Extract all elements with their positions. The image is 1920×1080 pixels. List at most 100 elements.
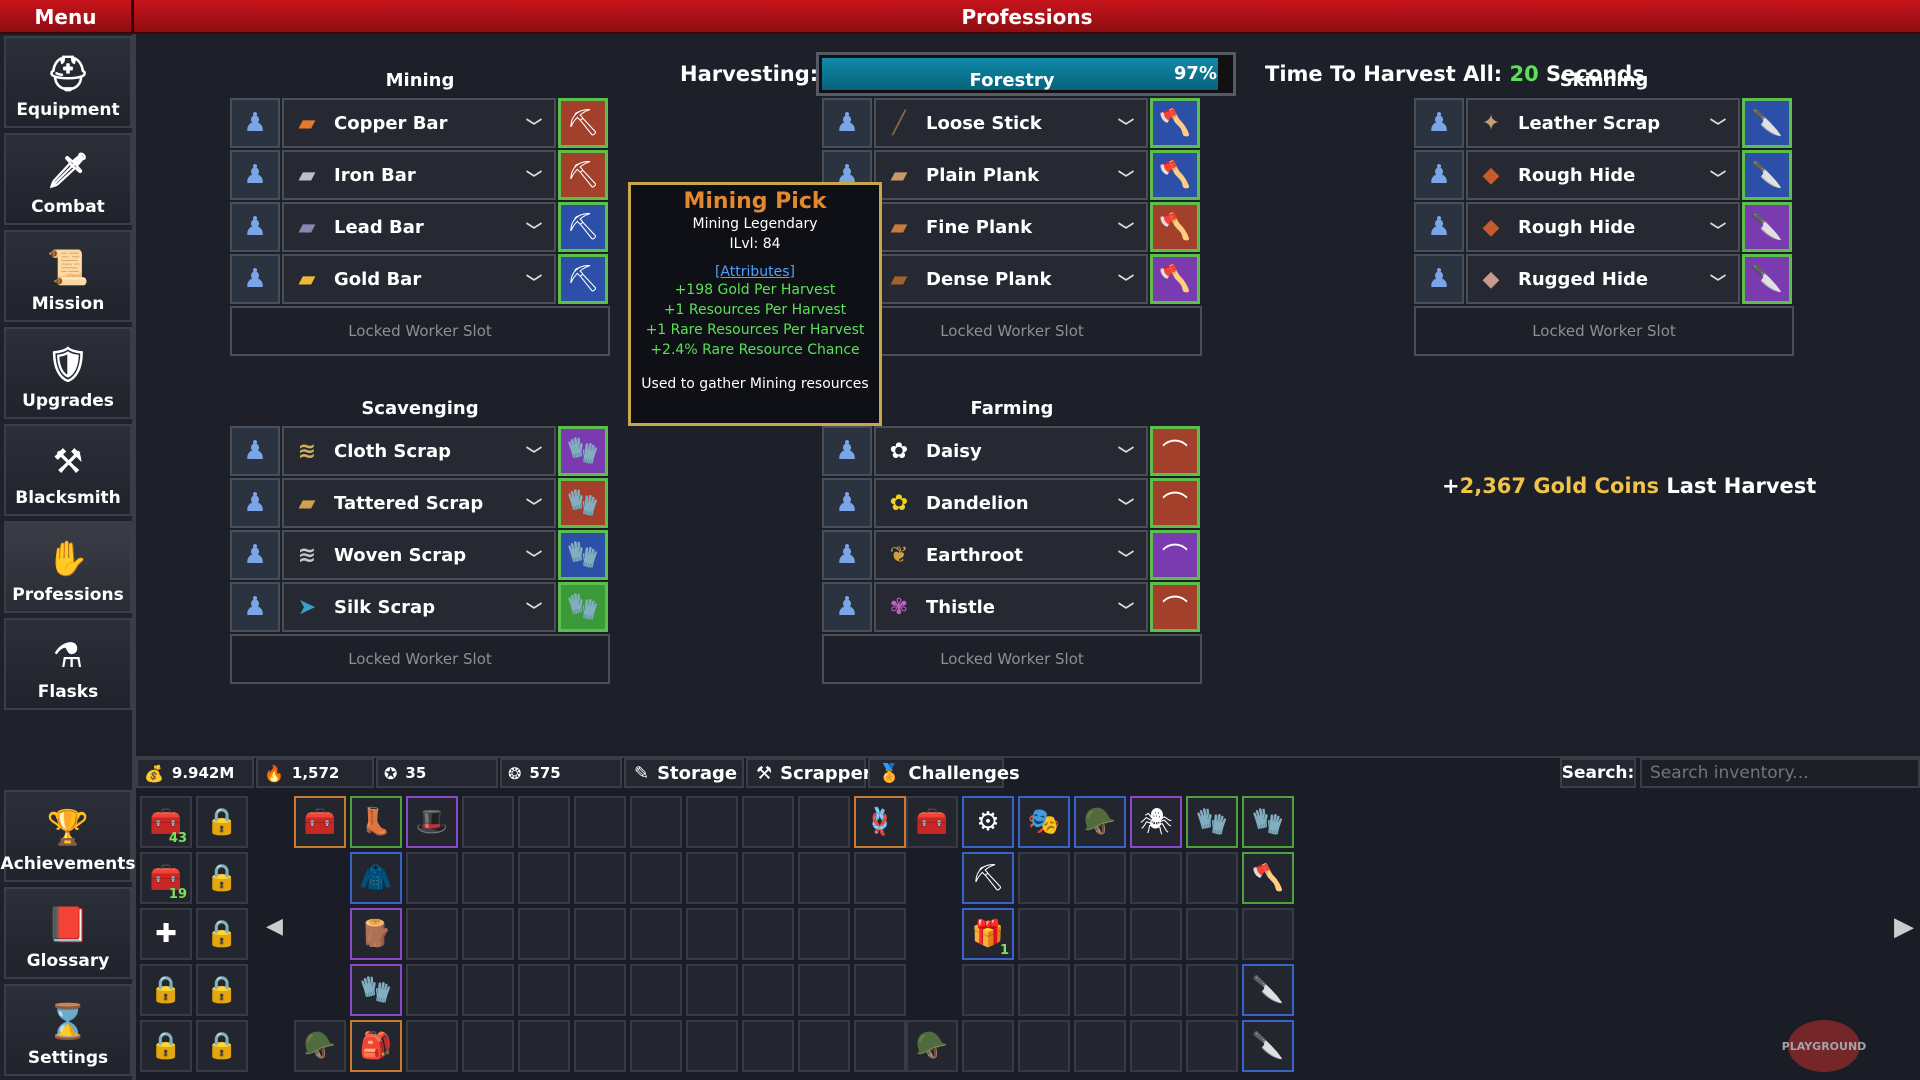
axe-slot[interactable]: 🪓 bbox=[1242, 852, 1294, 904]
inventory-slot[interactable] bbox=[1074, 908, 1126, 960]
resource-select[interactable]: ▰ Fine Plank ﹀ bbox=[874, 202, 1148, 252]
right-arrow-icon[interactable]: ▶ bbox=[1894, 912, 1914, 942]
tool-slot[interactable]: 🪓 bbox=[1150, 254, 1200, 304]
tool-slot[interactable]: ⛏ bbox=[558, 98, 608, 148]
tool-slot[interactable]: 🧤 bbox=[558, 582, 608, 632]
wood-slot[interactable]: 🪵 bbox=[350, 908, 402, 960]
inventory-slot[interactable] bbox=[686, 796, 738, 848]
tool-slot[interactable]: ⌒ bbox=[1150, 582, 1200, 632]
worker-icon[interactable]: ♟ bbox=[230, 254, 280, 304]
inventory-slot[interactable] bbox=[630, 908, 682, 960]
resource-select[interactable]: ◆ Rough Hide ﹀ bbox=[1466, 202, 1740, 252]
inventory-slot[interactable] bbox=[854, 852, 906, 904]
worker-icon[interactable]: ♟ bbox=[1414, 254, 1464, 304]
tool-slot[interactable]: 🪓 bbox=[1150, 150, 1200, 200]
menu-title[interactable]: Menu bbox=[0, 0, 134, 34]
inventory-slot[interactable] bbox=[1186, 852, 1238, 904]
tool-slot[interactable]: 🔪 bbox=[1742, 98, 1792, 148]
resource-select[interactable]: ✿ Daisy ﹀ bbox=[874, 426, 1148, 476]
boots-slot[interactable]: 👢 bbox=[350, 796, 402, 848]
inventory-slot[interactable] bbox=[798, 908, 850, 960]
inventory-slot[interactable] bbox=[742, 1020, 794, 1072]
inventory-slot[interactable] bbox=[574, 964, 626, 1016]
inventory-slot[interactable] bbox=[742, 908, 794, 960]
sidebar-item-achievements[interactable]: 🏆 Achievements bbox=[1, 790, 135, 882]
locked-slot[interactable]: 🔒 bbox=[196, 1020, 248, 1072]
locked-slot[interactable]: 🔒 bbox=[196, 852, 248, 904]
inventory-slot[interactable] bbox=[1074, 852, 1126, 904]
tool-slot[interactable]: ⛏ bbox=[558, 150, 608, 200]
inventory-slot[interactable] bbox=[1018, 964, 1070, 1016]
resource-select[interactable]: ✾ Thistle ﹀ bbox=[874, 582, 1148, 632]
tool-slot[interactable]: 🔪 bbox=[1742, 254, 1792, 304]
rope-slot[interactable]: 🪢 bbox=[854, 796, 906, 848]
inventory-slot[interactable] bbox=[518, 796, 570, 848]
inventory-slot[interactable] bbox=[962, 1020, 1014, 1072]
tool-slot[interactable]: 🔪 bbox=[1742, 150, 1792, 200]
bag-slot[interactable]: 🎒 bbox=[350, 1020, 402, 1072]
add-slot[interactable]: ✚ bbox=[140, 908, 192, 960]
worker-icon[interactable]: ♟ bbox=[230, 478, 280, 528]
resource-select[interactable]: ≋ Cloth Scrap ﹀ bbox=[282, 426, 556, 476]
glove-slot[interactable]: 🧤 bbox=[1186, 796, 1238, 848]
inventory-slot[interactable] bbox=[1018, 852, 1070, 904]
worker-icon[interactable]: ♟ bbox=[230, 582, 280, 632]
search-input[interactable] bbox=[1640, 758, 1920, 788]
inventory-slot[interactable] bbox=[798, 964, 850, 1016]
inventory-slot[interactable] bbox=[962, 964, 1014, 1016]
storage-tab[interactable]: ✎ Storage bbox=[624, 758, 744, 788]
challenges-tab[interactable]: 🏅 Challenges bbox=[868, 758, 1020, 788]
locked-slot[interactable]: 🔒 bbox=[140, 1020, 192, 1072]
inventory-slot[interactable] bbox=[1130, 852, 1182, 904]
inventory-slot[interactable] bbox=[1242, 908, 1294, 960]
sidebar-item-equipment[interactable]: ⛑ Equipment bbox=[4, 36, 132, 128]
worker-icon[interactable]: ♟ bbox=[1414, 202, 1464, 252]
inventory-slot[interactable] bbox=[630, 852, 682, 904]
worker-icon[interactable]: ♟ bbox=[230, 98, 280, 148]
inventory-slot[interactable] bbox=[686, 1020, 738, 1072]
inventory-slot[interactable] bbox=[462, 852, 514, 904]
resource-select[interactable]: ▰ Plain Plank ﹀ bbox=[874, 150, 1148, 200]
red-chest-slot[interactable]: 🎁 1 bbox=[962, 908, 1014, 960]
spider-slot[interactable]: 🕷 bbox=[1130, 796, 1182, 848]
worker-icon[interactable]: ♟ bbox=[822, 478, 872, 528]
inventory-slot[interactable] bbox=[518, 964, 570, 1016]
worker-icon[interactable]: ♟ bbox=[230, 530, 280, 580]
inventory-slot[interactable] bbox=[742, 964, 794, 1016]
tool-slot[interactable]: 🧤 bbox=[558, 530, 608, 580]
helmet-slot[interactable]: 🪖 bbox=[294, 1020, 346, 1072]
tool-slot[interactable]: 🪓 bbox=[1150, 98, 1200, 148]
resource-select[interactable]: ◆ Rugged Hide ﹀ bbox=[1466, 254, 1740, 304]
tool-slot[interactable]: ⌒ bbox=[1150, 426, 1200, 476]
inventory-slot[interactable] bbox=[1130, 908, 1182, 960]
inventory-slot[interactable] bbox=[630, 1020, 682, 1072]
inventory-slot[interactable] bbox=[574, 852, 626, 904]
locked-slot[interactable]: 🔒 bbox=[196, 964, 248, 1016]
worker-icon[interactable]: ♟ bbox=[822, 98, 872, 148]
resource-select[interactable]: ▰ Lead Bar ﹀ bbox=[282, 202, 556, 252]
resource-select[interactable]: ≋ Woven Scrap ﹀ bbox=[282, 530, 556, 580]
resource-select[interactable]: ✦ Leather Scrap ﹀ bbox=[1466, 98, 1740, 148]
chest-slot[interactable]: 🧰 bbox=[906, 796, 958, 848]
resource-select[interactable]: ▰ Tattered Scrap ﹀ bbox=[282, 478, 556, 528]
inventory-slot[interactable] bbox=[630, 964, 682, 1016]
inventory-slot[interactable] bbox=[1130, 1020, 1182, 1072]
sidebar-item-glossary[interactable]: 📕 Glossary bbox=[4, 887, 132, 979]
inventory-slot[interactable] bbox=[1074, 964, 1126, 1016]
pickaxe-slot[interactable]: ⛏ bbox=[962, 852, 1014, 904]
tool-slot[interactable]: 🧤 bbox=[558, 426, 608, 476]
tool-slot[interactable]: 🪓 bbox=[1150, 202, 1200, 252]
glove-slot[interactable]: 🧤 bbox=[350, 964, 402, 1016]
worker-icon[interactable]: ♟ bbox=[822, 530, 872, 580]
inventory-slot[interactable] bbox=[1186, 908, 1238, 960]
inventory-slot[interactable] bbox=[686, 908, 738, 960]
sidebar-item-flasks[interactable]: ⚗ Flasks bbox=[4, 618, 132, 710]
sidebar-item-upgrades[interactable]: 🛡 Upgrades bbox=[4, 327, 132, 419]
resource-select[interactable]: ◆ Rough Hide ﹀ bbox=[1466, 150, 1740, 200]
chest-slot[interactable]: 🧰 bbox=[294, 796, 346, 848]
resource-select[interactable]: ✿ Dandelion ﹀ bbox=[874, 478, 1148, 528]
tool-slot[interactable]: ⌒ bbox=[1150, 478, 1200, 528]
chest-slot[interactable]: 🧰 19 bbox=[140, 852, 192, 904]
worker-icon[interactable]: ♟ bbox=[230, 426, 280, 476]
knife-slot[interactable]: 🔪 bbox=[1242, 964, 1294, 1016]
